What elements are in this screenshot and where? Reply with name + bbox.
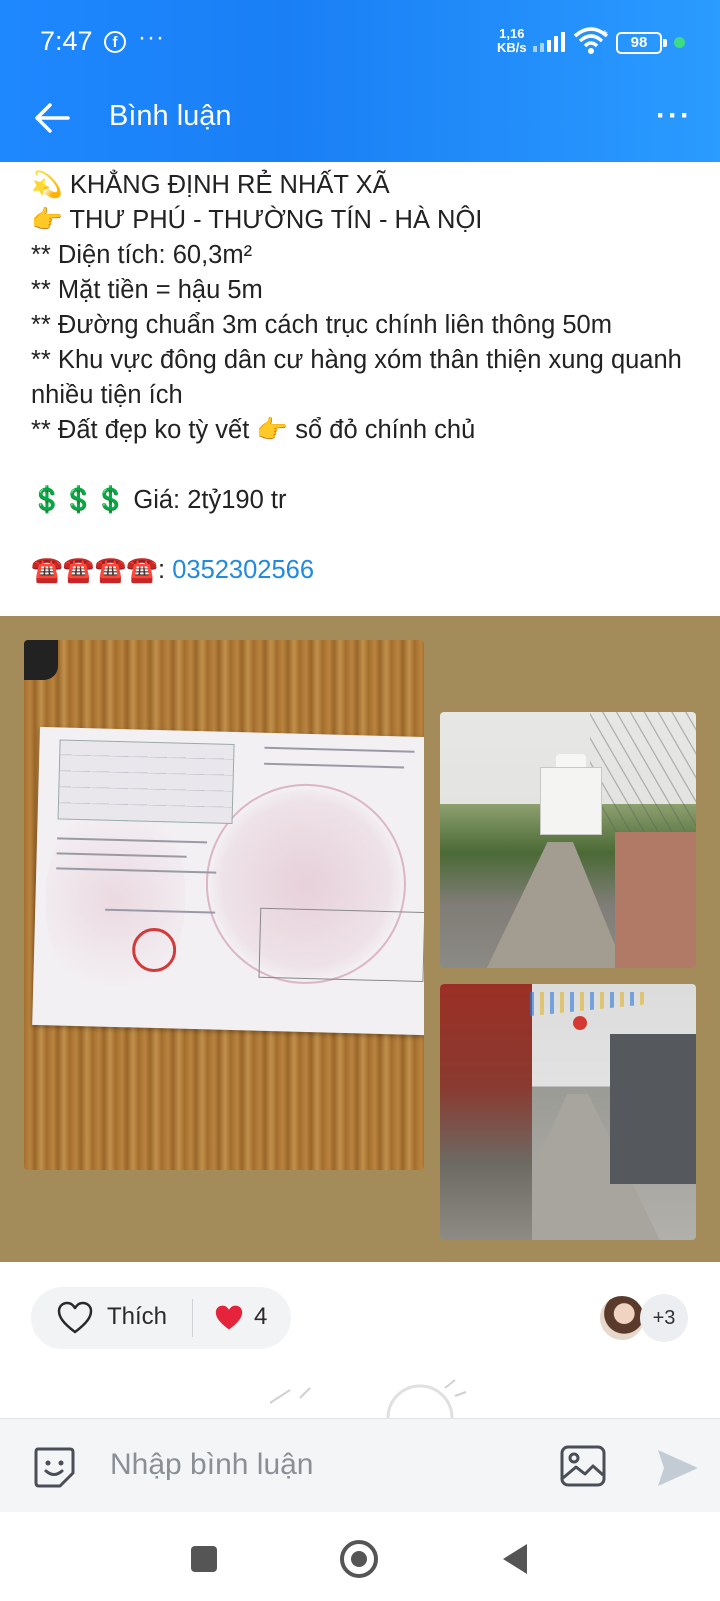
comment-bar [0, 1418, 720, 1512]
post-neighborhood: ** Khu vực đông dân cư hàng xóm thân thi… [31, 346, 682, 409]
post-line: ** Đất đẹp ko tỳ vết 👉 sổ đỏ chính chủ [31, 413, 701, 448]
arrow-left-icon[interactable] [32, 98, 72, 138]
charging-dot [674, 37, 685, 48]
triangle-back-icon[interactable] [503, 1544, 527, 1574]
post-frontage: ** Mặt tiền = hậu 5m [31, 276, 263, 304]
sparkle-emoji: 💫 [31, 171, 63, 199]
avatar[interactable] [598, 1294, 646, 1342]
heart-outline-icon[interactable] [57, 1301, 93, 1335]
facebook-icon: f [104, 31, 126, 53]
divider [192, 1299, 193, 1337]
house-and-road-photo[interactable] [440, 712, 696, 968]
land-certificate-photo[interactable] [24, 640, 424, 1170]
pointing-emoji: 👉 [256, 416, 289, 444]
phone-separator: : [158, 556, 166, 584]
post-ownership: sổ đỏ chính chủ [295, 416, 476, 444]
app-bar: Bình luận ··· [0, 84, 720, 162]
status-more-notifications: ··· [138, 24, 165, 51]
post-price-line: 💲💲💲 Giá: 2tỷ190 tr [31, 483, 701, 518]
square-icon[interactable] [191, 1546, 217, 1572]
sticker-preview [270, 1379, 467, 1418]
comment-input[interactable] [110, 1441, 530, 1489]
telephone-emoji: ☎️☎️☎️☎️ [31, 556, 159, 584]
sticker-smile-icon[interactable] [32, 1445, 76, 1489]
like-button[interactable]: Thích [107, 1303, 167, 1331]
wifi-icon: + [573, 27, 609, 54]
signal-icon [533, 32, 565, 52]
post-line: 👉 THƯ PHÚ - THƯỜNG TÍN - HÀ NỘI [31, 203, 701, 238]
header: 7:47 f ··· 1,16 KB/s + 98 Bình luận ··· [0, 0, 720, 162]
svg-text:+: + [602, 28, 608, 39]
image-icon[interactable] [560, 1445, 606, 1487]
dollar-emoji: 💲💲💲 [31, 486, 127, 514]
network-speed-unit: KB/s [497, 40, 527, 55]
post-area: ** Diện tích: 60,3m² [31, 241, 253, 269]
more-reactors-badge[interactable]: +3 [640, 1294, 688, 1342]
reaction-bar: Thích 4 [31, 1287, 291, 1349]
circle-home-icon[interactable] [340, 1540, 378, 1578]
heart-filled-icon[interactable] [214, 1304, 244, 1332]
post-body: 💫 KHẲNG ĐỊNH RẺ NHẤT XÃ 👉 THƯ PHÚ - THƯỜ… [31, 168, 701, 588]
page-title: Bình luận [109, 100, 232, 132]
network-speed-value: 1,16 [499, 26, 525, 41]
send-icon[interactable] [656, 1447, 700, 1489]
post-condition: ** Đất đẹp ko tỳ vết [31, 416, 250, 444]
system-nav-bar [0, 1512, 720, 1601]
post-location: THƯ PHÚ - THƯỜNG TÍN - HÀ NỘI [69, 206, 483, 234]
post-headline: KHẲNG ĐỊNH RẺ NHẤT XÃ [69, 171, 390, 199]
status-bar: 7:47 f ··· 1,16 KB/s + 98 [0, 0, 720, 84]
more-horizontal-icon[interactable]: ··· [656, 101, 692, 131]
battery-indicator: 98 [616, 32, 667, 54]
reaction-count[interactable]: 4 [254, 1303, 267, 1331]
post-phone-line: ☎️☎️☎️☎️: 0352302566 [31, 553, 701, 588]
phone-link[interactable]: 0352302566 [172, 556, 314, 584]
post-road: ** Đường chuẩn 3m cách trục chính liên t… [31, 311, 612, 339]
status-time: 7:47 [40, 26, 93, 56]
alley-photo[interactable] [440, 984, 696, 1240]
post-line: 💫 KHẲNG ĐỊNH RẺ NHẤT XÃ [31, 168, 701, 203]
post-price: Giá: 2tỷ190 tr [133, 486, 287, 514]
post-media [0, 616, 720, 1262]
network-speed: 1,16 KB/s [497, 27, 527, 55]
pointing-emoji: 👉 [31, 206, 63, 234]
